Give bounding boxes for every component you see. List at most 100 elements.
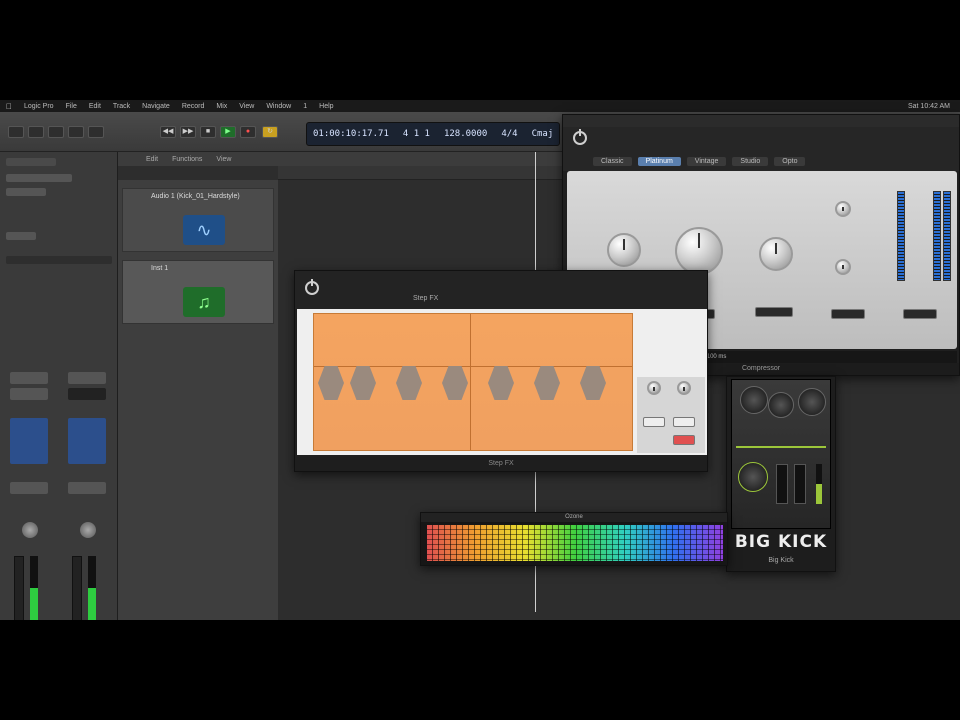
step-block[interactable] [442, 366, 468, 400]
tab-studio[interactable]: Studio [732, 157, 769, 166]
gain-reduction-meter [897, 191, 905, 281]
eq-slot[interactable] [10, 388, 48, 400]
menu-window[interactable]: Window [266, 103, 291, 110]
release-knob[interactable] [835, 259, 851, 275]
step-fx-plugin-window: Step FX Step FX [294, 270, 708, 472]
makeup-knob[interactable] [759, 237, 793, 271]
menu-record[interactable]: Record [182, 103, 205, 110]
region-header[interactable] [6, 158, 56, 166]
track-name: Inst 1 [151, 265, 169, 272]
bigkick-knob[interactable] [798, 388, 826, 416]
menu-view[interactable]: View [239, 103, 254, 110]
menu-1[interactable]: 1 [303, 103, 307, 110]
accent-line [736, 446, 826, 448]
tab-platinum[interactable]: Platinum [637, 157, 681, 166]
lcd-position: 01:00:10:17.71 [313, 129, 389, 139]
bigkick-fader[interactable] [794, 464, 806, 504]
eq-slot[interactable] [68, 388, 106, 400]
window-titlebar[interactable]: Ozone [421, 513, 727, 522]
output-slot[interactable] [10, 482, 48, 494]
menu-track[interactable]: Track [113, 103, 130, 110]
menu-help[interactable]: Help [319, 103, 333, 110]
rewind-icon[interactable]: ◀◀ [160, 126, 176, 138]
tab-opto[interactable]: Opto [774, 157, 806, 166]
play-icon[interactable]: ▶ [220, 126, 236, 138]
step-block[interactable] [396, 366, 422, 400]
inspector-button[interactable] [28, 126, 44, 138]
tab-vintage[interactable]: Vintage [686, 157, 727, 166]
region-param[interactable] [6, 174, 72, 182]
library-button[interactable] [8, 126, 24, 138]
lcd-display[interactable]: 01:00:10:17.71 4 1 1 128.0000 4/4 Cmaj [306, 122, 560, 146]
plugin-slot[interactable] [68, 418, 106, 464]
stop-icon[interactable]: ■ [200, 126, 216, 138]
track-name: Audio 1 (Kick_01_Hardstyle) [151, 193, 240, 200]
volume-fader[interactable] [14, 556, 24, 620]
setting-slot[interactable] [10, 372, 48, 384]
step-fx-controls [637, 377, 705, 453]
plugin-footer: Big Kick [768, 557, 794, 564]
power-icon[interactable] [573, 129, 587, 145]
mode-button[interactable] [673, 417, 695, 427]
step-block[interactable] [318, 366, 344, 400]
logic-pro-window:  Logic Pro File Edit Track Navigate Rec… [0, 100, 960, 620]
cycle-icon[interactable]: ↻ [262, 126, 278, 138]
volume-fader[interactable] [72, 556, 82, 620]
bigkick-knob[interactable] [740, 386, 768, 414]
fast-forward-icon[interactable]: ▶▶ [180, 126, 196, 138]
smart-controls-button[interactable] [68, 126, 84, 138]
depth-knob[interactable] [677, 381, 691, 395]
plugin-slot[interactable] [10, 418, 48, 464]
pan-knob[interactable] [80, 522, 96, 538]
bigkick-logo: BIG KICK [734, 532, 828, 552]
sync-button[interactable] [643, 417, 665, 427]
edit-menu[interactable]: Edit [146, 156, 158, 163]
record-icon[interactable]: ● [240, 126, 256, 138]
step-block[interactable] [488, 366, 514, 400]
menu-navigate[interactable]: Navigate [142, 103, 170, 110]
menu-edit[interactable]: Edit [89, 103, 101, 110]
power-icon[interactable] [305, 279, 319, 295]
track-header[interactable] [6, 256, 112, 264]
output-button[interactable] [903, 309, 937, 319]
toolbar-button[interactable] [48, 126, 64, 138]
step-block[interactable] [534, 366, 560, 400]
mixer-button[interactable] [88, 126, 104, 138]
attack-knob[interactable] [835, 201, 851, 217]
bigkick-fader[interactable] [776, 464, 788, 504]
output-slot[interactable] [68, 482, 106, 494]
spectrum-analyzer-window: Ozone [420, 512, 728, 566]
reset-button[interactable] [673, 435, 695, 445]
spectrum-display [427, 525, 723, 561]
menu-app-name[interactable]: Logic Pro [24, 103, 54, 110]
rate-knob[interactable] [647, 381, 661, 395]
channel-strip-2 [68, 372, 108, 620]
step-sequencer-grid[interactable] [313, 313, 633, 451]
bigkick-meter [816, 464, 822, 504]
pan-knob[interactable] [22, 522, 38, 538]
menu-mix[interactable]: Mix [216, 103, 227, 110]
bigkick-face [731, 379, 831, 529]
functions-menu[interactable]: Functions [172, 156, 202, 163]
threshold-knob[interactable] [607, 233, 641, 267]
region-param[interactable] [6, 188, 46, 196]
apple-icon[interactable]:  [6, 102, 12, 111]
output-meter-left [933, 191, 941, 281]
menu-file[interactable]: File [66, 103, 77, 110]
sidechain-button[interactable] [831, 309, 865, 319]
bigkick-main-knob[interactable] [738, 462, 768, 492]
setting-slot[interactable] [68, 372, 106, 384]
step-block[interactable] [580, 366, 606, 400]
tab-classic[interactable]: Classic [593, 157, 632, 166]
video-letterbox:  Logic Pro File Edit Track Navigate Rec… [0, 0, 960, 720]
mode-button[interactable] [755, 307, 793, 317]
track-header-audio[interactable]: Audio 1 (Kick_01_Hardstyle) ∿ [122, 188, 274, 252]
bigkick-knob[interactable] [768, 392, 794, 418]
region-param[interactable] [6, 232, 36, 240]
menu-status-area: Sat 10:42 AM [908, 103, 960, 110]
window-titlebar[interactable] [563, 115, 959, 127]
track-header-instrument[interactable]: Inst 1 ♫ [122, 260, 274, 324]
ratio-knob[interactable] [675, 227, 723, 275]
step-block[interactable] [350, 366, 376, 400]
view-menu[interactable]: View [216, 156, 231, 163]
